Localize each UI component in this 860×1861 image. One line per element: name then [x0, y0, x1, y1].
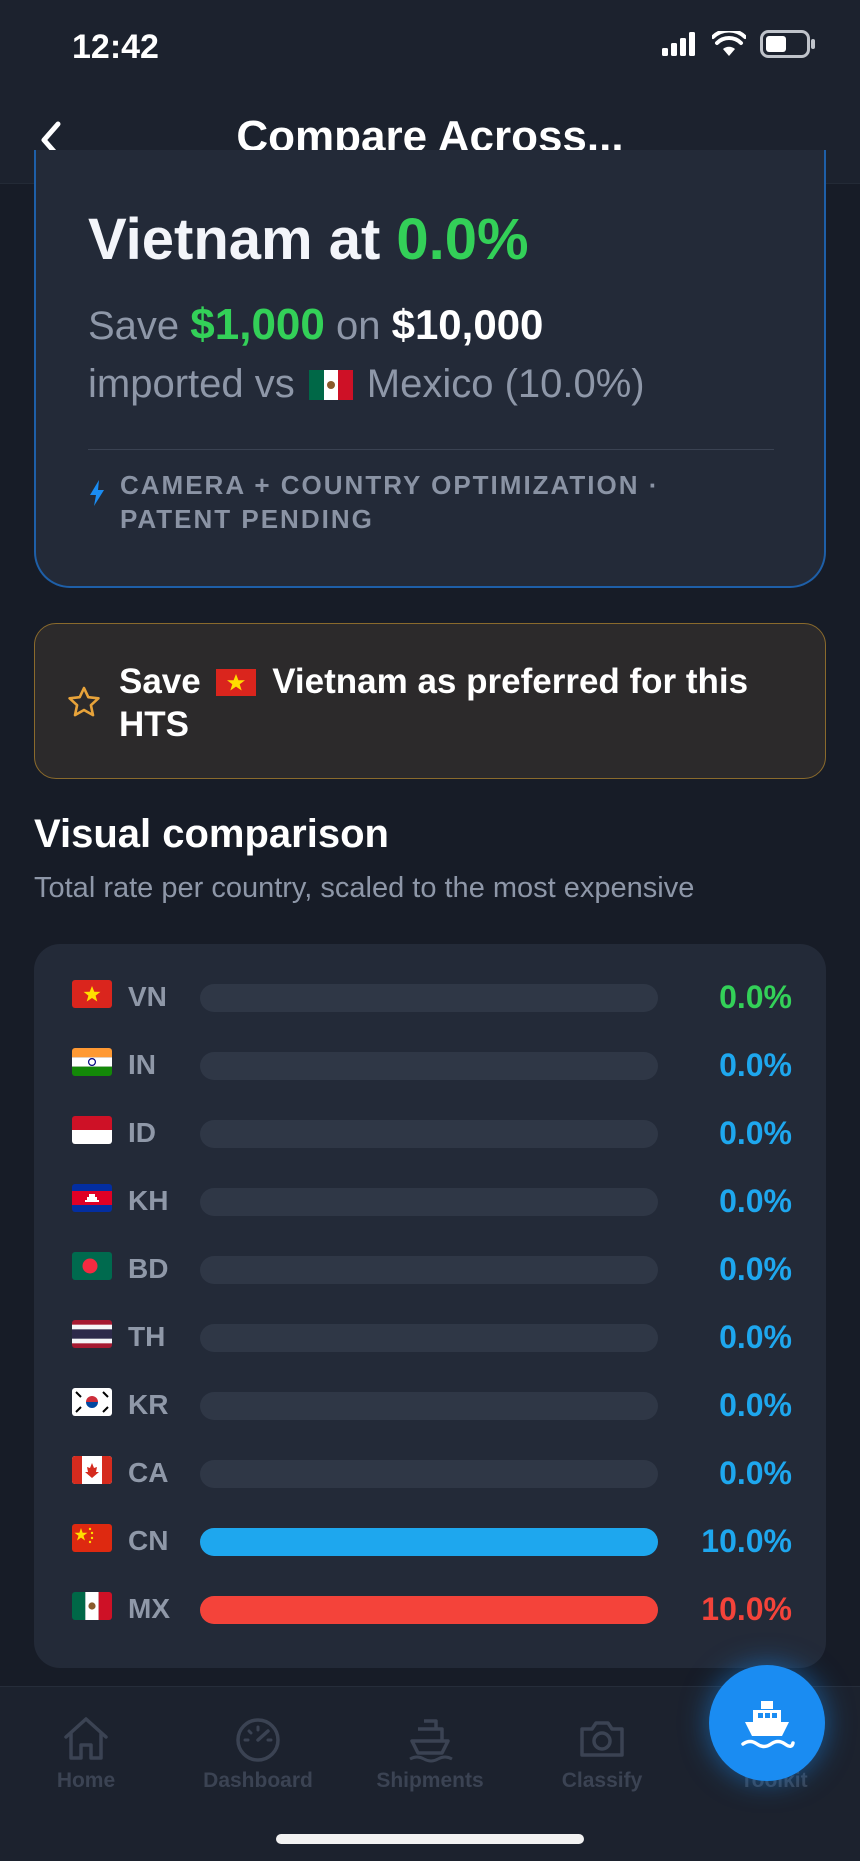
- comparison-row-cn: CN 10.0%: [34, 1522, 826, 1562]
- section-subtitle: Total rate per country, scaled to the mo…: [34, 872, 695, 904]
- comparison-row-id: ID 0.0%: [34, 1114, 826, 1154]
- tab-home[interactable]: Home: [0, 1713, 172, 1793]
- tab-dashboard[interactable]: Dashboard: [172, 1713, 344, 1793]
- bar-track: [200, 1392, 658, 1420]
- country-code: MX: [128, 1593, 170, 1624]
- patent-note: CAMERA + COUNTRY OPTIMIZATION · PATENT P…: [88, 468, 740, 536]
- lightning-icon: [90, 480, 104, 506]
- rate-value: 0.0%: [719, 979, 792, 1015]
- ship-icon: [409, 1719, 453, 1763]
- flag-cn-icon: [72, 1524, 112, 1552]
- comparison-row-bd: BD 0.0%: [34, 1250, 826, 1290]
- section-title: Visual comparison: [34, 812, 389, 856]
- bar-track: [200, 1188, 658, 1216]
- country-code: CA: [128, 1457, 169, 1488]
- camera-icon: [580, 1721, 624, 1757]
- rate-value: 0.0%: [719, 1047, 792, 1083]
- status-icons: [662, 30, 816, 58]
- tab-dashboard-label: Dashboard: [203, 1769, 313, 1792]
- country-code: VN: [128, 981, 167, 1012]
- flag-in-icon: [72, 1048, 112, 1076]
- savings-amount: $1,000: [190, 300, 325, 349]
- country-code: TH: [128, 1321, 166, 1352]
- flag-vn-icon: [72, 980, 112, 1008]
- bar-track: [200, 1460, 658, 1488]
- bar-track: [200, 1528, 658, 1556]
- flag-id-icon: [72, 1116, 112, 1144]
- compare-country: Mexico (10.0%): [366, 362, 645, 406]
- save-prefix: Save: [88, 304, 191, 348]
- rate-value: 10.0%: [701, 1591, 792, 1627]
- compare-prefix: imported vs: [88, 362, 295, 406]
- comparison-row-kr: KR 0.0%: [34, 1386, 826, 1426]
- tab-shipments-label: Shipments: [376, 1769, 484, 1792]
- home-icon: [64, 1717, 108, 1760]
- flag-ca-icon: [72, 1456, 112, 1484]
- comparison-row-in: IN 0.0%: [34, 1046, 826, 1086]
- save-preferred-prefix: Save: [119, 662, 201, 701]
- flag-bd-icon: [72, 1252, 112, 1280]
- save-preferred-button[interactable]: Save Vietnam as preferred for this HTS: [34, 623, 826, 779]
- bar-fill: [200, 1528, 658, 1556]
- comparison-row-th: TH 0.0%: [34, 1318, 826, 1358]
- bar-track: [200, 984, 658, 1012]
- comparison-chart: VN 0.0% IN 0.0% ID 0.0% KH 0.0% BD 0.0% TH 0.0% KR 0.…: [34, 944, 826, 1668]
- rate-value: 0.0%: [719, 1319, 792, 1355]
- comparison-line: imported vs Mexico (10.0%): [88, 362, 645, 407]
- flag-mx-icon: [72, 1592, 112, 1620]
- tab-classify[interactable]: Classify: [516, 1713, 688, 1793]
- tab-home-label: Home: [56, 1769, 116, 1792]
- comparison-row-ca: CA 0.0%: [34, 1454, 826, 1494]
- country-code: IN: [128, 1049, 156, 1080]
- comparison-row-vn: VN 0.0%: [34, 978, 826, 1018]
- bar-track: [200, 1324, 658, 1352]
- rate-value: 0.0%: [719, 1251, 792, 1287]
- divider: [88, 449, 774, 450]
- hero-title-country: Vietnam at: [88, 207, 397, 272]
- rate-value: 10.0%: [701, 1523, 792, 1559]
- patent-note-text: CAMERA + COUNTRY OPTIMIZATION · PATENT P…: [120, 470, 660, 534]
- home-indicator[interactable]: [276, 1834, 584, 1844]
- save-preferred-country: Vietnam as preferred for this HTS: [119, 662, 749, 744]
- mexico-flag-icon: [308, 369, 353, 400]
- vietnam-flag-icon: [216, 669, 257, 696]
- wifi-icon: [712, 31, 746, 56]
- best-country-card: Vietnam at 0.0% Save $1,000 on $10,000 i…: [34, 150, 826, 588]
- tab-shipments[interactable]: Shipments: [344, 1713, 516, 1793]
- tab-classify-label: Classify: [561, 1769, 643, 1792]
- rate-value: 0.0%: [719, 1183, 792, 1219]
- flag-th-icon: [72, 1320, 112, 1348]
- flag-kr-icon: [72, 1388, 112, 1416]
- bar-fill: [200, 1596, 658, 1624]
- save-on: on: [324, 304, 392, 348]
- bar-track: [200, 1052, 658, 1080]
- hero-title-rate: 0.0%: [396, 207, 529, 272]
- rate-value: 0.0%: [719, 1455, 792, 1491]
- country-code: CN: [128, 1525, 169, 1556]
- comparison-row-mx: MX 10.0%: [34, 1590, 826, 1630]
- savings-line: Save $1,000 on $10,000: [88, 300, 543, 350]
- base-amount: $10,000: [391, 301, 544, 348]
- cellular-signal-icon: [662, 32, 695, 56]
- status-time: 12:42: [72, 28, 159, 66]
- ship-icon: [741, 1701, 795, 1749]
- rate-value: 0.0%: [719, 1115, 792, 1151]
- status-bar: 12:42: [0, 0, 860, 96]
- bar-track: [200, 1256, 658, 1284]
- save-preferred-label: Save Vietnam as preferred for this HTS: [119, 660, 779, 746]
- comparison-row-kh: KH 0.0%: [34, 1182, 826, 1222]
- country-code: BD: [128, 1253, 169, 1284]
- hero-title: Vietnam at 0.0%: [88, 206, 529, 273]
- shipment-fab-button[interactable]: [709, 1665, 825, 1781]
- country-code: KR: [128, 1389, 169, 1420]
- gauge-icon: [236, 1718, 280, 1762]
- bar-track: [200, 1596, 658, 1624]
- country-code: KH: [128, 1185, 169, 1216]
- battery-icon: [760, 30, 815, 58]
- star-icon: [68, 686, 100, 717]
- bar-track: [200, 1120, 658, 1148]
- country-code: ID: [128, 1117, 156, 1148]
- flag-kh-icon: [72, 1184, 112, 1212]
- rate-value: 0.0%: [719, 1387, 792, 1423]
